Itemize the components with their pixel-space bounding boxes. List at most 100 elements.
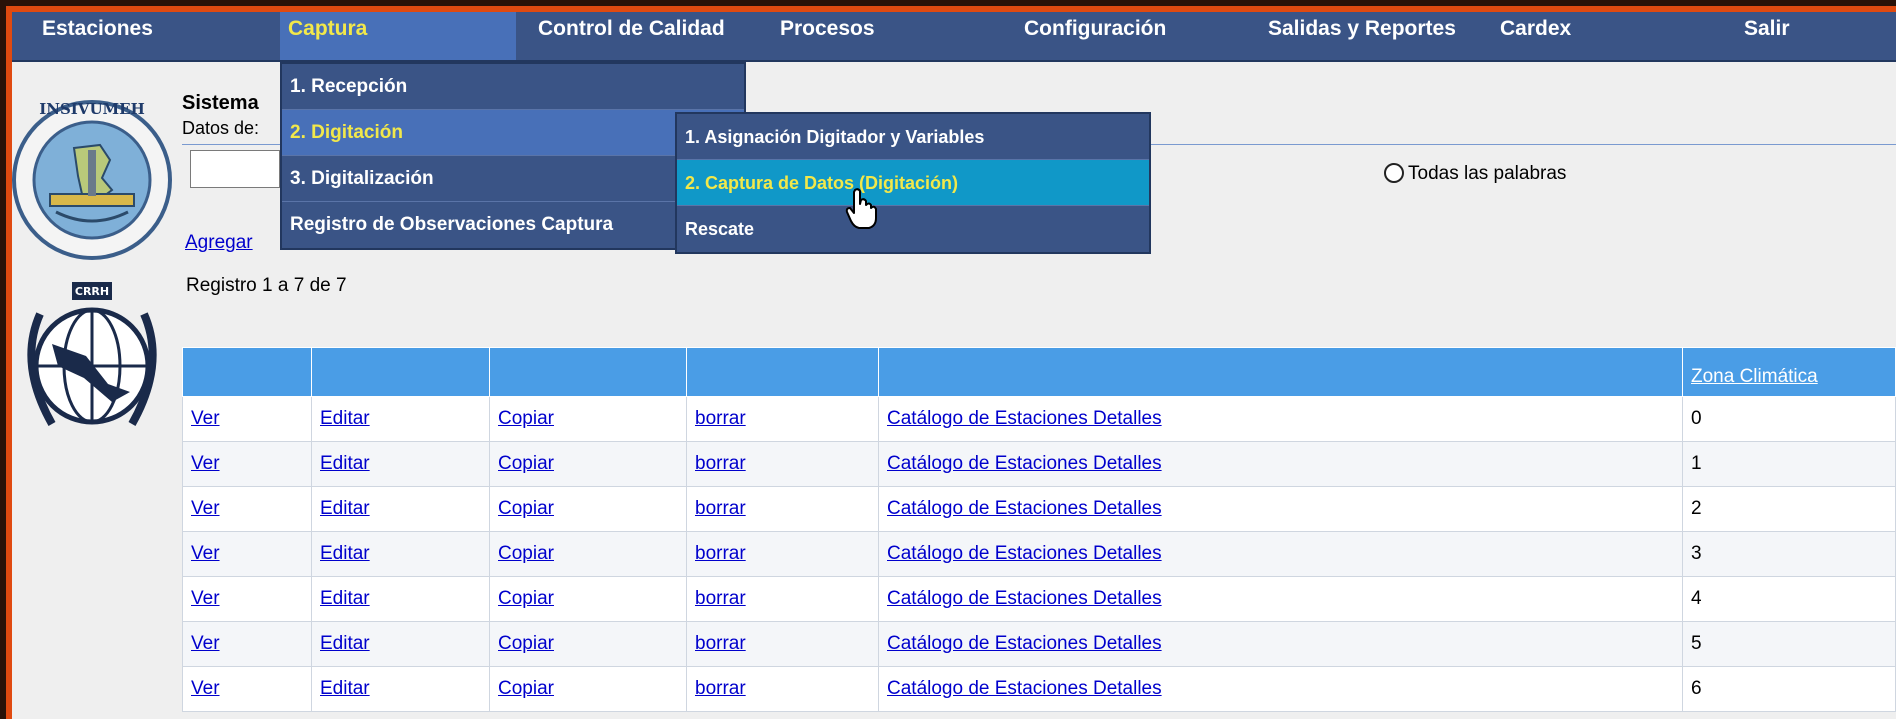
copiar-link[interactable]: Copiar (498, 588, 554, 609)
insivumeh-logo: INSIVUMEH (12, 100, 172, 260)
col-zona-header[interactable]: Zona Climática (1682, 347, 1896, 397)
editar-link[interactable]: Editar (320, 678, 370, 699)
ver-link[interactable]: Ver (191, 588, 220, 609)
cell-copiar: Copiar (489, 666, 687, 712)
digitacion-submenu: 1. Asignación Digitador y Variables 2. C… (675, 112, 1151, 254)
detalle-link[interactable]: Catálogo de Estaciones Detalles (887, 453, 1162, 474)
page: INSIVUMEH CRRH Sistema Datos de: Todas l… (12, 12, 1896, 719)
editar-link[interactable]: Editar (320, 453, 370, 474)
cell-ver: Ver (182, 486, 312, 532)
table-row: Ver Editar Copiar borrar Catálogo de Estacio… (182, 531, 1896, 577)
sort-zona-climatica-link[interactable]: Zona Climática (1683, 366, 1895, 396)
ver-link[interactable]: Ver (191, 543, 220, 564)
ver-link[interactable]: Ver (191, 633, 220, 654)
main-menubar: Estaciones Captura Control de Calidad Pr… (12, 12, 1896, 62)
table-row: Ver Editar Copiar borrar Catálogo de Estacio… (182, 621, 1896, 667)
col-ver-header (182, 347, 312, 397)
cell-detalle: Catálogo de Estaciones Detalles (878, 666, 1683, 712)
cell-zona: 4 (1682, 576, 1896, 622)
menu-captura[interactable]: Captura (280, 12, 516, 60)
detalle-link[interactable]: Catálogo de Estaciones Detalles (887, 678, 1162, 699)
borrar-link[interactable]: borrar (695, 633, 746, 654)
detalle-link[interactable]: Catálogo de Estaciones Detalles (887, 498, 1162, 519)
col-editar-header (311, 347, 490, 397)
cell-copiar: Copiar (489, 486, 687, 532)
borrar-link[interactable]: borrar (695, 408, 746, 429)
table-row: Ver Editar Copiar borrar Catálogo de Estacio… (182, 486, 1896, 532)
zona-value: 6 (1691, 678, 1702, 699)
editar-link[interactable]: Editar (320, 408, 370, 429)
menu-control-de-calidad[interactable]: Control de Calidad (516, 12, 760, 60)
menu-cardex[interactable]: Cardex (1492, 12, 1736, 60)
ver-link[interactable]: Ver (191, 498, 220, 519)
menu-configuracion[interactable]: Configuración (1004, 12, 1248, 60)
data-label: Datos de: (182, 118, 260, 138)
cell-borrar: borrar (686, 576, 879, 622)
borrar-link[interactable]: borrar (695, 678, 746, 699)
cell-detalle: Catálogo de Estaciones Detalles (878, 486, 1683, 532)
borrar-link[interactable]: borrar (695, 588, 746, 609)
copiar-link[interactable]: Copiar (498, 498, 554, 519)
editar-link[interactable]: Editar (320, 498, 370, 519)
table-row: Ver Editar Copiar borrar Catálogo de Estacio… (182, 396, 1896, 442)
cell-borrar: borrar (686, 486, 879, 532)
copiar-link[interactable]: Copiar (498, 678, 554, 699)
editar-link[interactable]: Editar (320, 633, 370, 654)
detalle-link[interactable]: Catálogo de Estaciones Detalles (887, 543, 1162, 564)
submenu-item-captura-datos[interactable]: 2. Captura de Datos (Digitación) (677, 160, 1149, 206)
cell-zona: 2 (1682, 486, 1896, 532)
hand-cursor-icon (845, 188, 877, 229)
ver-link[interactable]: Ver (191, 453, 220, 474)
editar-link[interactable]: Editar (320, 588, 370, 609)
cell-ver: Ver (182, 576, 312, 622)
zona-value: 3 (1691, 543, 1702, 564)
detalle-link[interactable]: Catálogo de Estaciones Detalles (887, 588, 1162, 609)
table-row: Ver Editar Copiar borrar Catálogo de Estacio… (182, 441, 1896, 487)
ver-link[interactable]: Ver (191, 408, 220, 429)
cell-editar: Editar (311, 576, 490, 622)
insivumeh-logo-text: INSIVUMEH (39, 100, 145, 118)
cell-borrar: borrar (686, 531, 879, 577)
menu-salir[interactable]: Salir (1736, 12, 1896, 60)
cell-copiar: Copiar (489, 441, 687, 487)
radio-label: Todas las palabras (1408, 163, 1567, 184)
ver-link[interactable]: Ver (191, 678, 220, 699)
copiar-link[interactable]: Copiar (498, 543, 554, 564)
copiar-link[interactable]: Copiar (498, 453, 554, 474)
cell-editar: Editar (311, 531, 490, 577)
borrar-link[interactable]: borrar (695, 543, 746, 564)
menu-item-recepcion[interactable]: 1. Recepción (282, 64, 744, 110)
radio-all-words[interactable]: Todas las palabras (1384, 163, 1566, 185)
cell-copiar: Copiar (489, 576, 687, 622)
cell-detalle: Catálogo de Estaciones Detalles (878, 396, 1683, 442)
editar-link[interactable]: Editar (320, 543, 370, 564)
borrar-link[interactable]: borrar (695, 498, 746, 519)
detalle-link[interactable]: Catálogo de Estaciones Detalles (887, 633, 1162, 654)
search-input[interactable] (190, 150, 280, 188)
copiar-link[interactable]: Copiar (498, 633, 554, 654)
cell-zona: 1 (1682, 441, 1896, 487)
cell-detalle: Catálogo de Estaciones Detalles (878, 576, 1683, 622)
submenu-item-rescate[interactable]: Rescate (677, 206, 1149, 252)
zona-value: 2 (1691, 498, 1702, 519)
borrar-link[interactable]: borrar (695, 453, 746, 474)
col-copiar-header (489, 347, 687, 397)
cell-zona: 6 (1682, 666, 1896, 712)
zona-value: 4 (1691, 588, 1702, 609)
system-title: Sistema (182, 92, 259, 114)
cell-detalle: Catálogo de Estaciones Detalles (878, 441, 1683, 487)
add-link[interactable]: Agregar (185, 232, 253, 254)
detalle-link[interactable]: Catálogo de Estaciones Detalles (887, 408, 1162, 429)
cell-ver: Ver (182, 396, 312, 442)
menu-procesos[interactable]: Procesos (760, 12, 1004, 60)
cell-borrar: borrar (686, 441, 879, 487)
submenu-item-asignacion[interactable]: 1. Asignación Digitador y Variables (677, 114, 1149, 160)
menu-salidas-y-reportes[interactable]: Salidas y Reportes (1248, 12, 1492, 60)
cell-zona: 5 (1682, 621, 1896, 667)
cell-borrar: borrar (686, 666, 879, 712)
cell-editar: Editar (311, 486, 490, 532)
menu-estaciones[interactable]: Estaciones (12, 12, 280, 60)
zona-value: 1 (1691, 453, 1702, 474)
copiar-link[interactable]: Copiar (498, 408, 554, 429)
radio-button[interactable] (1384, 163, 1404, 183)
